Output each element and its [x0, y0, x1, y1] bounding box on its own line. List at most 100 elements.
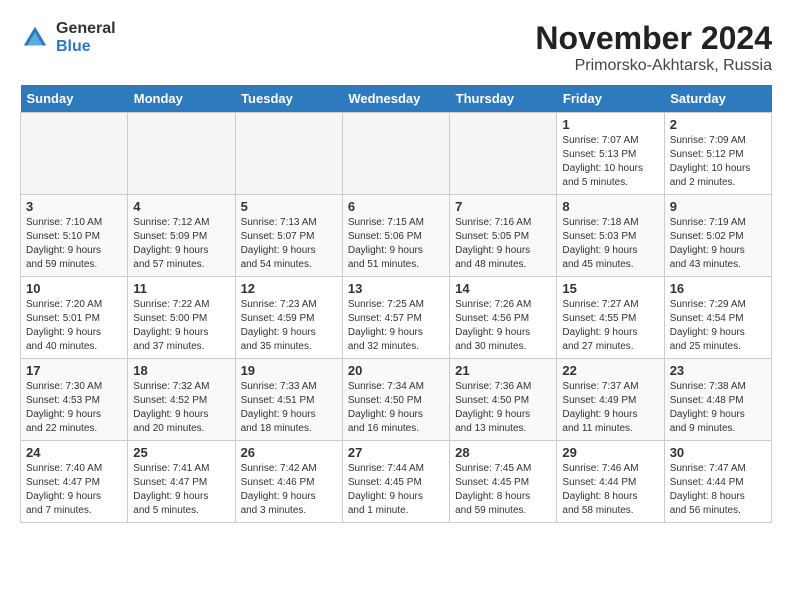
calendar-week: 17 Sunrise: 7:30 AM Sunset: 4:53 PM Dayli…: [21, 359, 772, 441]
day-info: Sunrise: 7:37 AM Sunset: 4:49 PM Dayligh…: [562, 380, 658, 436]
title-block: November 2024 Primorsko-Akhtarsk, Russia: [535, 20, 772, 75]
month-title: November 2024: [535, 20, 772, 57]
calendar-cell: 25 Sunrise: 7:41 AM Sunset: 4:47 PM Dayli…: [128, 441, 235, 523]
calendar-cell: 18 Sunrise: 7:32 AM Sunset: 4:52 PM Dayli…: [128, 359, 235, 441]
day-number: 20: [348, 363, 444, 378]
day-number: 5: [241, 199, 337, 214]
day-number: 13: [348, 281, 444, 296]
day-number: 18: [133, 363, 229, 378]
day-info: Sunrise: 7:16 AM Sunset: 5:05 PM Dayligh…: [455, 216, 551, 272]
day-number: 14: [455, 281, 551, 296]
day-number: 21: [455, 363, 551, 378]
calendar-table: SundayMondayTuesdayWednesdayThursdayFrid…: [20, 85, 772, 523]
day-info: Sunrise: 7:40 AM Sunset: 4:47 PM Dayligh…: [26, 462, 122, 518]
day-info: Sunrise: 7:42 AM Sunset: 4:46 PM Dayligh…: [241, 462, 337, 518]
day-number: 29: [562, 445, 658, 460]
day-number: 4: [133, 199, 229, 214]
day-number: 10: [26, 281, 122, 296]
day-info: Sunrise: 7:27 AM Sunset: 4:55 PM Dayligh…: [562, 298, 658, 354]
calendar-cell: 5 Sunrise: 7:13 AM Sunset: 5:07 PM Daylig…: [235, 195, 342, 277]
day-info: Sunrise: 7:44 AM Sunset: 4:45 PM Dayligh…: [348, 462, 444, 518]
day-info: Sunrise: 7:32 AM Sunset: 4:52 PM Dayligh…: [133, 380, 229, 436]
day-number: 12: [241, 281, 337, 296]
calendar-cell: 23 Sunrise: 7:38 AM Sunset: 4:48 PM Dayli…: [664, 359, 771, 441]
day-info: Sunrise: 7:38 AM Sunset: 4:48 PM Dayligh…: [670, 380, 766, 436]
weekday-header: Thursday: [450, 85, 557, 113]
calendar-week: 3Sunrise: 7:10 AM Sunset: 5:10 PM Daylig…: [21, 195, 772, 277]
day-info: Sunrise: 7:29 AM Sunset: 4:54 PM Dayligh…: [670, 298, 766, 354]
weekday-header: Tuesday: [235, 85, 342, 113]
calendar-cell: 21 Sunrise: 7:36 AM Sunset: 4:50 PM Dayli…: [450, 359, 557, 441]
day-number: 11: [133, 281, 229, 296]
calendar-cell: 14 Sunrise: 7:26 AM Sunset: 4:56 PM Dayli…: [450, 277, 557, 359]
calendar-cell: 12 Sunrise: 7:23 AM Sunset: 4:59 PM Dayli…: [235, 277, 342, 359]
day-info: Sunrise: 7:34 AM Sunset: 4:50 PM Dayligh…: [348, 380, 444, 436]
calendar-cell: 30Sunrise: 7:47 AM Sunset: 4:44 PM Dayli…: [664, 441, 771, 523]
day-info: Sunrise: 7:23 AM Sunset: 4:59 PM Dayligh…: [241, 298, 337, 354]
calendar-cell: [235, 113, 342, 195]
calendar-cell: 20 Sunrise: 7:34 AM Sunset: 4:50 PM Dayli…: [342, 359, 449, 441]
weekday-header: Wednesday: [342, 85, 449, 113]
day-info: Sunrise: 7:25 AM Sunset: 4:57 PM Dayligh…: [348, 298, 444, 354]
calendar-cell: 4Sunrise: 7:12 AM Sunset: 5:09 PM Daylig…: [128, 195, 235, 277]
calendar-cell: 17 Sunrise: 7:30 AM Sunset: 4:53 PM Dayli…: [21, 359, 128, 441]
logo-blue: Blue: [56, 38, 116, 56]
calendar-cell: 29 Sunrise: 7:46 AM Sunset: 4:44 PM Dayli…: [557, 441, 664, 523]
calendar-cell: 19 Sunrise: 7:33 AM Sunset: 4:51 PM Dayli…: [235, 359, 342, 441]
day-info: Sunrise: 7:30 AM Sunset: 4:53 PM Dayligh…: [26, 380, 122, 436]
day-number: 23: [670, 363, 766, 378]
calendar-cell: 11 Sunrise: 7:22 AM Sunset: 5:00 PM Dayli…: [128, 277, 235, 359]
header-row: SundayMondayTuesdayWednesdayThursdayFrid…: [21, 85, 772, 113]
day-info: Sunrise: 7:10 AM Sunset: 5:10 PM Dayligh…: [26, 216, 122, 272]
weekday-header: Friday: [557, 85, 664, 113]
day-number: 26: [241, 445, 337, 460]
calendar-week: 24 Sunrise: 7:40 AM Sunset: 4:47 PM Dayli…: [21, 441, 772, 523]
day-info: Sunrise: 7:26 AM Sunset: 4:56 PM Dayligh…: [455, 298, 551, 354]
weekday-header: Saturday: [664, 85, 771, 113]
calendar-cell: 10 Sunrise: 7:20 AM Sunset: 5:01 PM Dayli…: [21, 277, 128, 359]
weekday-header: Sunday: [21, 85, 128, 113]
day-number: 17: [26, 363, 122, 378]
weekday-header: Monday: [128, 85, 235, 113]
day-info: Sunrise: 7:22 AM Sunset: 5:00 PM Dayligh…: [133, 298, 229, 354]
calendar-cell: 3Sunrise: 7:10 AM Sunset: 5:10 PM Daylig…: [21, 195, 128, 277]
logo-icon: [20, 23, 50, 53]
calendar-cell: 26 Sunrise: 7:42 AM Sunset: 4:46 PM Dayli…: [235, 441, 342, 523]
day-info: Sunrise: 7:41 AM Sunset: 4:47 PM Dayligh…: [133, 462, 229, 518]
day-number: 25: [133, 445, 229, 460]
day-info: Sunrise: 7:15 AM Sunset: 5:06 PM Dayligh…: [348, 216, 444, 272]
day-info: Sunrise: 7:07 AM Sunset: 5:13 PM Dayligh…: [562, 134, 658, 190]
day-info: Sunrise: 7:33 AM Sunset: 4:51 PM Dayligh…: [241, 380, 337, 436]
day-info: Sunrise: 7:13 AM Sunset: 5:07 PM Dayligh…: [241, 216, 337, 272]
day-info: Sunrise: 7:36 AM Sunset: 4:50 PM Dayligh…: [455, 380, 551, 436]
calendar-cell: 8Sunrise: 7:18 AM Sunset: 5:03 PM Daylig…: [557, 195, 664, 277]
day-info: Sunrise: 7:19 AM Sunset: 5:02 PM Dayligh…: [670, 216, 766, 272]
day-info: Sunrise: 7:18 AM Sunset: 5:03 PM Dayligh…: [562, 216, 658, 272]
day-info: Sunrise: 7:47 AM Sunset: 4:44 PM Dayligh…: [670, 462, 766, 518]
day-number: 19: [241, 363, 337, 378]
day-info: Sunrise: 7:20 AM Sunset: 5:01 PM Dayligh…: [26, 298, 122, 354]
calendar-cell: 22Sunrise: 7:37 AM Sunset: 4:49 PM Dayli…: [557, 359, 664, 441]
day-info: Sunrise: 7:09 AM Sunset: 5:12 PM Dayligh…: [670, 134, 766, 190]
day-number: 27: [348, 445, 444, 460]
calendar-cell: 2Sunrise: 7:09 AM Sunset: 5:12 PM Daylig…: [664, 113, 771, 195]
logo: General Blue: [20, 20, 116, 55]
location-title: Primorsko-Akhtarsk, Russia: [535, 57, 772, 75]
day-number: 7: [455, 199, 551, 214]
day-info: Sunrise: 7:46 AM Sunset: 4:44 PM Dayligh…: [562, 462, 658, 518]
day-number: 24: [26, 445, 122, 460]
calendar-cell: 16 Sunrise: 7:29 AM Sunset: 4:54 PM Dayli…: [664, 277, 771, 359]
calendar-cell: 28Sunrise: 7:45 AM Sunset: 4:45 PM Dayli…: [450, 441, 557, 523]
page-header: General Blue November 2024 Primorsko-Akh…: [20, 20, 772, 75]
calendar-cell: [21, 113, 128, 195]
day-number: 28: [455, 445, 551, 460]
calendar-cell: 7 Sunrise: 7:16 AM Sunset: 5:05 PM Daylig…: [450, 195, 557, 277]
calendar-cell: 1 Sunrise: 7:07 AM Sunset: 5:13 PM Daylig…: [557, 113, 664, 195]
calendar-cell: 24 Sunrise: 7:40 AM Sunset: 4:47 PM Dayli…: [21, 441, 128, 523]
calendar-week: 1 Sunrise: 7:07 AM Sunset: 5:13 PM Daylig…: [21, 113, 772, 195]
day-number: 6: [348, 199, 444, 214]
day-number: 1: [562, 117, 658, 132]
day-number: 16: [670, 281, 766, 296]
day-number: 15: [562, 281, 658, 296]
day-number: 9: [670, 199, 766, 214]
